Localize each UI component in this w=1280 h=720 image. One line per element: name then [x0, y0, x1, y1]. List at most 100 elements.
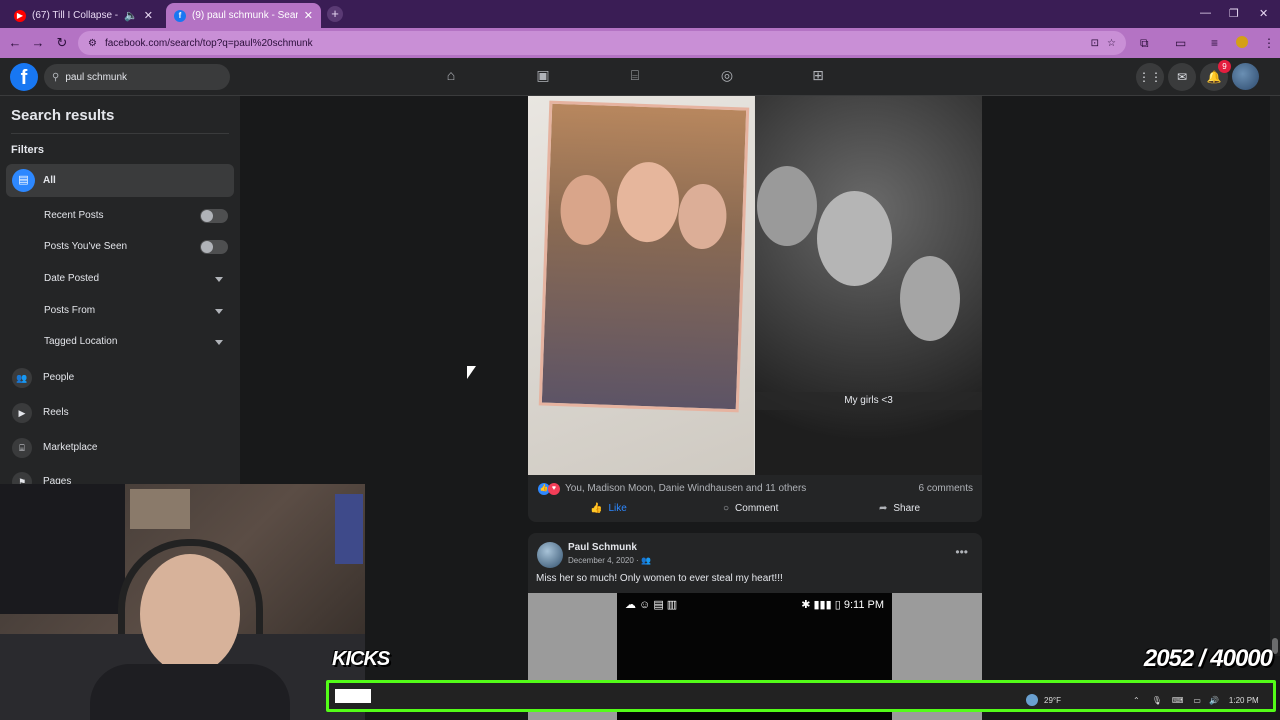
sidebar-item-label: People [43, 372, 75, 383]
facebook-icon: f [174, 9, 186, 22]
system-tray: 29°F ⌃ 🎙 ⌨ ▭ 🔊 1:20 PM [1020, 688, 1272, 712]
video-icon[interactable]: ▣ [534, 67, 552, 85]
sidebar-item-people[interactable]: 👥 People [6, 364, 234, 392]
comments-count[interactable]: 6 comments [919, 483, 973, 494]
microphone-icon[interactable]: 🎙 [1152, 696, 1162, 705]
weather-icon[interactable] [1026, 694, 1038, 706]
sidebar-item-label: Marketplace [43, 442, 98, 453]
back-icon[interactable]: ← [7, 35, 23, 50]
facebook-header: f ⚲ paul schmunk ⌂ ▣ ⌸ ◎ ⊞ ⋮⋮ ✉ 🔔 [0, 58, 1280, 96]
filter-date-posted[interactable]: Date Posted [44, 273, 99, 284]
home-icon[interactable]: ⌂ [442, 67, 460, 85]
menu-grid-icon[interactable]: ⋮⋮ [1136, 63, 1164, 91]
streamer-shirt [90, 664, 290, 720]
facebook-logo[interactable]: f [10, 63, 38, 91]
keyboard-icon[interactable]: ⌨ [1172, 696, 1184, 705]
restore-icon[interactable]: ❐ [1229, 7, 1239, 20]
filter-recent-posts-label: Recent Posts [44, 210, 104, 221]
face-shape [817, 191, 892, 286]
chevron-down-icon[interactable] [215, 340, 223, 345]
close-icon[interactable]: ✕ [304, 9, 313, 22]
photo-right[interactable]: My girls <3 [755, 96, 982, 475]
like-label: Like [608, 503, 627, 514]
filter-posts-from[interactable]: Posts From [44, 305, 95, 316]
webcam-overlay [0, 484, 365, 720]
weather-temp[interactable]: 29°F [1044, 696, 1061, 705]
chevron-down-icon[interactable] [215, 277, 223, 282]
more-options-icon[interactable]: ••• [955, 545, 968, 559]
love-reaction-icon: ♥ [548, 483, 560, 495]
profile-avatar[interactable] [1236, 36, 1248, 48]
mouse-cursor-icon [467, 366, 476, 379]
face-shape [615, 161, 681, 244]
chevron-up-icon[interactable]: ⌃ [1133, 696, 1140, 705]
reading-list-icon[interactable]: ≡ [1211, 36, 1218, 50]
filter-posts-seen-label: Posts You've Seen [44, 241, 128, 252]
menu-icon[interactable]: ⋮ [1263, 36, 1275, 50]
bookmark-star-icon[interactable]: ☆ [1107, 38, 1116, 49]
messenger-icon[interactable]: ✉ [1168, 63, 1196, 91]
share-label: Share [893, 503, 921, 514]
divider [11, 133, 229, 134]
volume-icon[interactable]: 🔊 [1209, 696, 1219, 705]
reload-icon[interactable]: ↻ [54, 35, 70, 51]
media-icon[interactable]: ▭ [1175, 36, 1186, 50]
extensions-icon[interactable]: ⧉ [1140, 36, 1149, 51]
filter-all[interactable]: ▤ All [6, 164, 234, 197]
reactions-summary[interactable]: You, Madison Moon, Danie Windhausen and … [565, 483, 806, 494]
gaming-icon[interactable]: ⊞ [809, 67, 827, 85]
marketplace-icon[interactable]: ⌸ [626, 67, 644, 85]
clock-time[interactable]: 1:20 PM [1229, 696, 1259, 705]
status-icons-right: ✱ ▮▮▮ ▯ 9:11 PM [801, 598, 884, 611]
scrollbar-thumb[interactable] [1272, 638, 1278, 654]
site-info-icon[interactable]: ⚙ [88, 38, 97, 49]
wall-picture [130, 489, 190, 529]
poster-background [0, 484, 125, 614]
account-avatar[interactable] [1232, 63, 1259, 90]
people-icon: 👥 [12, 368, 32, 388]
post-photo-collage[interactable]: My girls <3 [528, 96, 982, 475]
photo-caption: My girls <3 [755, 392, 982, 410]
chevron-down-icon[interactable] [215, 309, 223, 314]
reaction-icons[interactable]: 👍 ♥ [538, 483, 560, 495]
facebook-search-input[interactable]: ⚲ paul schmunk [44, 64, 230, 90]
new-tab-button[interactable]: + [327, 6, 343, 22]
filters-heading: Filters [11, 144, 45, 156]
goal-label: KICKS [332, 648, 390, 670]
address-bar[interactable]: ⚙ facebook.com/search/top?q=paul%20schmu… [78, 31, 1126, 55]
browser-toolbar: ← → ↻ ⚙ facebook.com/search/top?q=paul%2… [0, 28, 1280, 58]
speaker-icon[interactable]: 🔈 [124, 9, 138, 22]
minimize-icon[interactable]: — [1200, 7, 1211, 19]
close-icon[interactable]: ✕ [144, 9, 153, 22]
photo-frame [538, 100, 750, 413]
toggle-knob [201, 241, 213, 253]
share-button[interactable]: ➦ Share [879, 503, 920, 514]
install-icon[interactable]: ⊡ [1091, 38, 1099, 49]
author-avatar[interactable] [537, 542, 563, 568]
goal-progress-fill [335, 689, 371, 703]
reels-icon: ▶ [12, 403, 32, 423]
filter-tagged-location[interactable]: Tagged Location [44, 336, 117, 347]
comment-label: Comment [735, 503, 779, 514]
groups-icon[interactable]: ◎ [718, 67, 736, 85]
photo-left[interactable] [528, 96, 754, 475]
page-scrollbar[interactable] [1270, 96, 1280, 656]
author-name[interactable]: Paul Schmunk [568, 542, 637, 553]
close-window-icon[interactable]: ✕ [1259, 7, 1268, 20]
tab-label: (67) Till I Collapse - YouTube [32, 10, 119, 21]
sidebar-item-reels[interactable]: ▶ Reels [6, 399, 234, 427]
post-date[interactable]: December 4, 2020 · 👥 [568, 556, 651, 565]
marketplace-icon: ⌸ [12, 438, 32, 458]
post-text: Miss her so much! Only women to ever ste… [536, 573, 783, 584]
comment-button[interactable]: ○ Comment [723, 503, 778, 514]
posts-seen-toggle[interactable] [200, 240, 228, 254]
tab-facebook-search[interactable]: f (9) paul schmunk - Search Res ✕ [166, 3, 321, 28]
all-results-icon: ▤ [12, 169, 35, 192]
display-icon[interactable]: ▭ [1193, 696, 1201, 705]
goal-count: 2052 / 40000 [1143, 645, 1273, 672]
forward-icon[interactable]: → [30, 35, 46, 50]
sidebar-item-marketplace[interactable]: ⌸ Marketplace [6, 434, 234, 462]
tab-youtube[interactable]: ▶ (67) Till I Collapse - YouTube 🔈 ✕ [6, 3, 161, 28]
recent-posts-toggle[interactable] [200, 209, 228, 223]
like-button[interactable]: 👍 Like [590, 503, 627, 514]
